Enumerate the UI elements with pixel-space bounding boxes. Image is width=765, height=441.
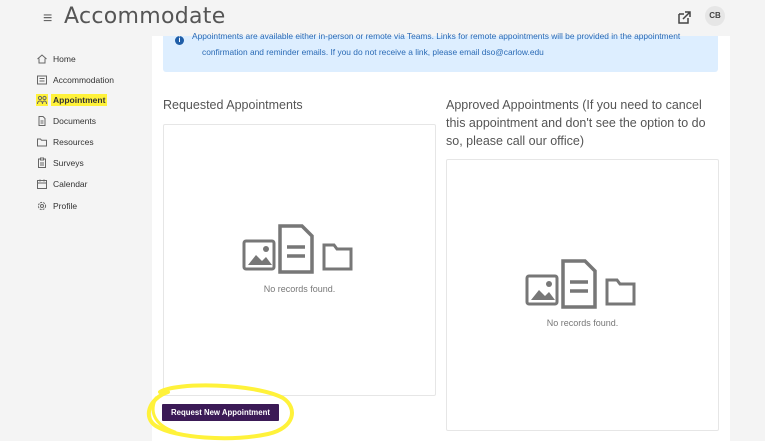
folder-icon — [37, 138, 47, 147]
sidebar-item-accommodation[interactable]: Accommodation — [36, 72, 114, 88]
sidebar-item-label: Documents — [53, 116, 96, 126]
sidebar-item-label: Accommodation — [53, 75, 114, 85]
sidebar-item-label: Home — [53, 54, 76, 64]
main-content: i Appointments are available either in-p… — [152, 31, 730, 441]
request-new-appointment-button[interactable]: Request New Appointment — [162, 404, 279, 421]
document-icon — [38, 116, 46, 126]
empty-state-text: No records found. — [263, 284, 336, 294]
info-banner-text-line1: Appointments are available either in-per… — [192, 31, 681, 41]
empty-state-illustration-icon — [525, 259, 636, 309]
sidebar-item-label: Resources — [53, 137, 94, 147]
sidebar-item-label: Calendar — [53, 179, 88, 189]
hamburger-menu-icon[interactable]: ≡ — [43, 10, 52, 28]
sidebar-item-label: Appointment — [51, 94, 108, 106]
list-icon — [37, 75, 47, 85]
calendar-icon — [37, 179, 47, 189]
sidebar-item-appointment[interactable]: Appointment — [36, 92, 108, 108]
empty-state-illustration-icon — [242, 224, 353, 274]
info-banner: i Appointments are available either in-p… — [163, 31, 718, 72]
people-icon — [36, 94, 48, 106]
approved-appointments-panel: No records found. — [446, 159, 719, 431]
info-banner-text-line2: confirmation and reminder emails. If you… — [202, 47, 544, 57]
app-logo[interactable]: Accommodate — [64, 4, 226, 29]
requested-appointments-title: Requested Appointments — [163, 98, 303, 112]
gear-icon — [37, 201, 47, 211]
approved-appointments-title: Approved Appointments (If you need to ca… — [446, 98, 706, 148]
user-avatar[interactable]: CB — [705, 6, 725, 26]
sidebar-item-label: Profile — [53, 201, 78, 211]
requested-appointments-panel: No records found. — [163, 124, 436, 396]
sidebar-item-home[interactable]: Home — [36, 51, 76, 67]
sidebar-item-profile[interactable]: Profile — [36, 198, 77, 214]
sidebar-item-surveys[interactable]: Surveys — [36, 155, 84, 171]
clipboard-icon — [38, 157, 46, 168]
sidebar-item-documents[interactable]: Documents — [36, 113, 96, 129]
external-link-icon[interactable] — [676, 10, 692, 26]
sidebar-item-label: Surveys — [53, 158, 84, 168]
sidebar-item-calendar[interactable]: Calendar — [36, 176, 88, 192]
sidebar-nav: Home Accommodation Appointment Documents… — [0, 36, 150, 441]
empty-state-text: No records found. — [546, 318, 619, 328]
home-icon — [37, 54, 47, 64]
info-icon: i — [175, 36, 184, 45]
sidebar-item-resources[interactable]: Resources — [36, 134, 94, 150]
